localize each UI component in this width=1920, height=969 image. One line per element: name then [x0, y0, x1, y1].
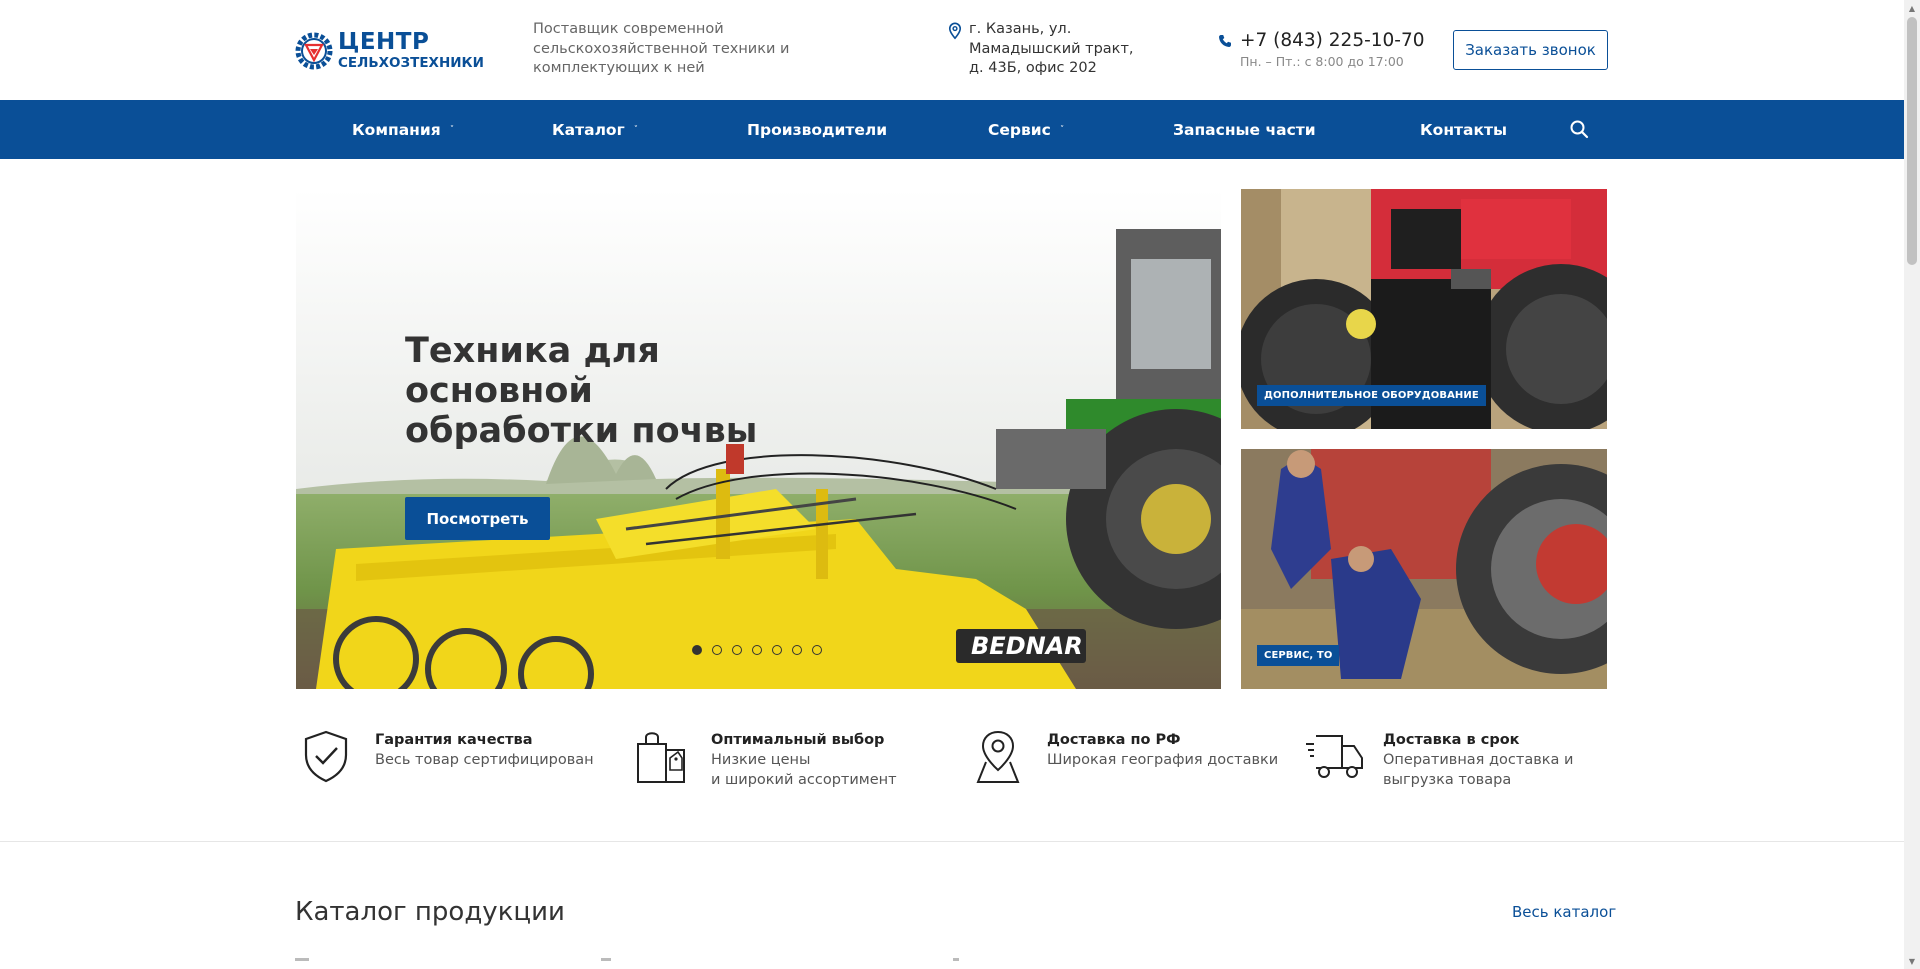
page-scrollbar[interactable]: ▲ ▼ — [1904, 0, 1920, 969]
shopping-bag-icon — [637, 732, 685, 783]
advantage-title: Оптимальный выбор — [711, 732, 885, 748]
advantage-description: Широкая география доставки — [1047, 752, 1279, 768]
phone-number-link[interactable]: +7 (843) 225-10-70 — [1240, 30, 1425, 52]
request-callback-button[interactable]: Заказать звонок — [1453, 30, 1608, 70]
address-text: г. Казань, ул. Мамадышский тракт, д. 43Б… — [969, 21, 1134, 76]
advantage-description: Оперативная доставка и выгрузка товара — [1383, 752, 1574, 788]
nav-item-spare-parts[interactable]: Запасные части — [1173, 100, 1316, 159]
slider-dot[interactable] — [792, 645, 802, 655]
banner-label: СЕРВИС, ТО — [1257, 645, 1340, 666]
location-pin-icon — [948, 22, 962, 40]
banner-label: ДОПОЛНИТЕЛЬНОЕ ОБОРУДОВАНИЕ — [1257, 385, 1486, 406]
scroll-down-arrow-icon[interactable]: ▼ — [1904, 953, 1920, 969]
banner-service[interactable]: СЕРВИС, ТО — [1241, 449, 1607, 689]
working-hours: Пн. – Пт.: с 8:00 до 17:00 — [1240, 54, 1404, 69]
slider-dot[interactable] — [772, 645, 782, 655]
advantage-description: Низкие цены и широкий ассортимент — [711, 752, 897, 788]
scrollbar-thumb[interactable] — [1907, 17, 1917, 265]
logo-title: ЦЕНТР — [338, 29, 430, 56]
search-icon[interactable] — [1569, 119, 1589, 139]
catalog-intro-text-cropped — [295, 958, 995, 964]
delivery-truck-icon — [1306, 735, 1363, 778]
site-tagline: Поставщик современной сельскохозяйственн… — [533, 21, 790, 76]
slider-dot[interactable] — [712, 645, 722, 655]
catalog-section-title: Каталог продукции — [295, 897, 565, 927]
logo-subtitle: СЕЛЬХОЗТЕХНИКИ — [338, 55, 484, 72]
nav-item-label: Компания — [352, 120, 441, 139]
slider-dot[interactable] — [752, 645, 762, 655]
advantage-quality: Гарантия качества Весь товар сертифициро… — [296, 728, 594, 784]
scroll-up-arrow-icon[interactable]: ▲ — [1904, 0, 1920, 16]
nav-item-service[interactable]: Сервис ˅ — [988, 100, 1064, 159]
nav-item-company[interactable]: Компания ˅ — [352, 100, 454, 159]
nav-item-manufacturers[interactable]: Производители — [747, 100, 887, 159]
nav-item-label: Сервис — [988, 120, 1051, 139]
advantage-delivery-rf: Доставка по РФ Широкая география доставк… — [968, 728, 1278, 784]
chevron-down-icon: ˅ — [449, 124, 455, 135]
advantage-title: Гарантия качества — [375, 732, 533, 748]
advantage-title: Доставка по РФ — [1047, 732, 1181, 748]
nav-item-contacts[interactable]: Контакты — [1420, 100, 1507, 159]
hero-view-button[interactable]: Посмотреть — [405, 497, 550, 540]
slider-dot[interactable] — [812, 645, 822, 655]
page: ЦЕНТР СЕЛЬХОЗТЕХНИКИ Поставщик современн… — [0, 0, 1920, 969]
gear-logo-icon — [295, 32, 333, 70]
hero-slider[interactable]: BEDNAR Техника для основной обработки по… — [296, 189, 1221, 689]
advantage-delivery-time: Доставка в срок Оперативная доставка и в… — [1304, 728, 1573, 790]
main-nav: Компания ˅ Каталог ˅ Производители Серви… — [0, 100, 1904, 159]
slider-dot[interactable] — [692, 645, 702, 655]
nav-item-label: Запасные части — [1173, 120, 1316, 139]
slider-pagination — [692, 645, 832, 655]
section-divider — [0, 841, 1904, 842]
advantage-title: Доставка в срок — [1383, 732, 1520, 748]
chevron-down-icon: ˅ — [633, 124, 639, 135]
advantage-choice: Оптимальный выбор Низкие цены и широкий … — [632, 728, 897, 790]
site-header: ЦЕНТР СЕЛЬХОЗТЕХНИКИ Поставщик современн… — [0, 0, 1904, 100]
address-block: г. Казань, ул. Мамадышский тракт, д. 43Б… — [945, 20, 1149, 79]
map-pin-icon — [976, 730, 1020, 783]
all-catalog-link[interactable]: Весь каталог — [1512, 903, 1616, 921]
nav-item-label: Контакты — [1420, 120, 1507, 139]
hero-title: Техника для основной обработки почвы — [405, 331, 758, 451]
phone-block: +7 (843) 225-10-70 Пн. – Пт.: с 8:00 до … — [1218, 30, 1425, 69]
site-logo[interactable]: ЦЕНТР СЕЛЬХОЗТЕХНИКИ — [295, 26, 484, 76]
advantage-description: Весь товар сертифицирован — [375, 752, 594, 768]
phone-icon — [1219, 35, 1231, 47]
nav-item-label: Производители — [747, 120, 888, 139]
nav-item-label: Каталог — [552, 120, 625, 139]
shield-check-icon — [304, 730, 348, 783]
chevron-down-icon: ˅ — [1059, 124, 1065, 135]
brand-text: BEDNAR — [971, 632, 1083, 660]
nav-item-catalog[interactable]: Каталог ˅ — [552, 100, 638, 159]
slider-dot[interactable] — [732, 645, 742, 655]
banner-additional-equipment[interactable]: ДОПОЛНИТЕЛЬНОЕ ОБОРУДОВАНИЕ — [1241, 189, 1607, 429]
